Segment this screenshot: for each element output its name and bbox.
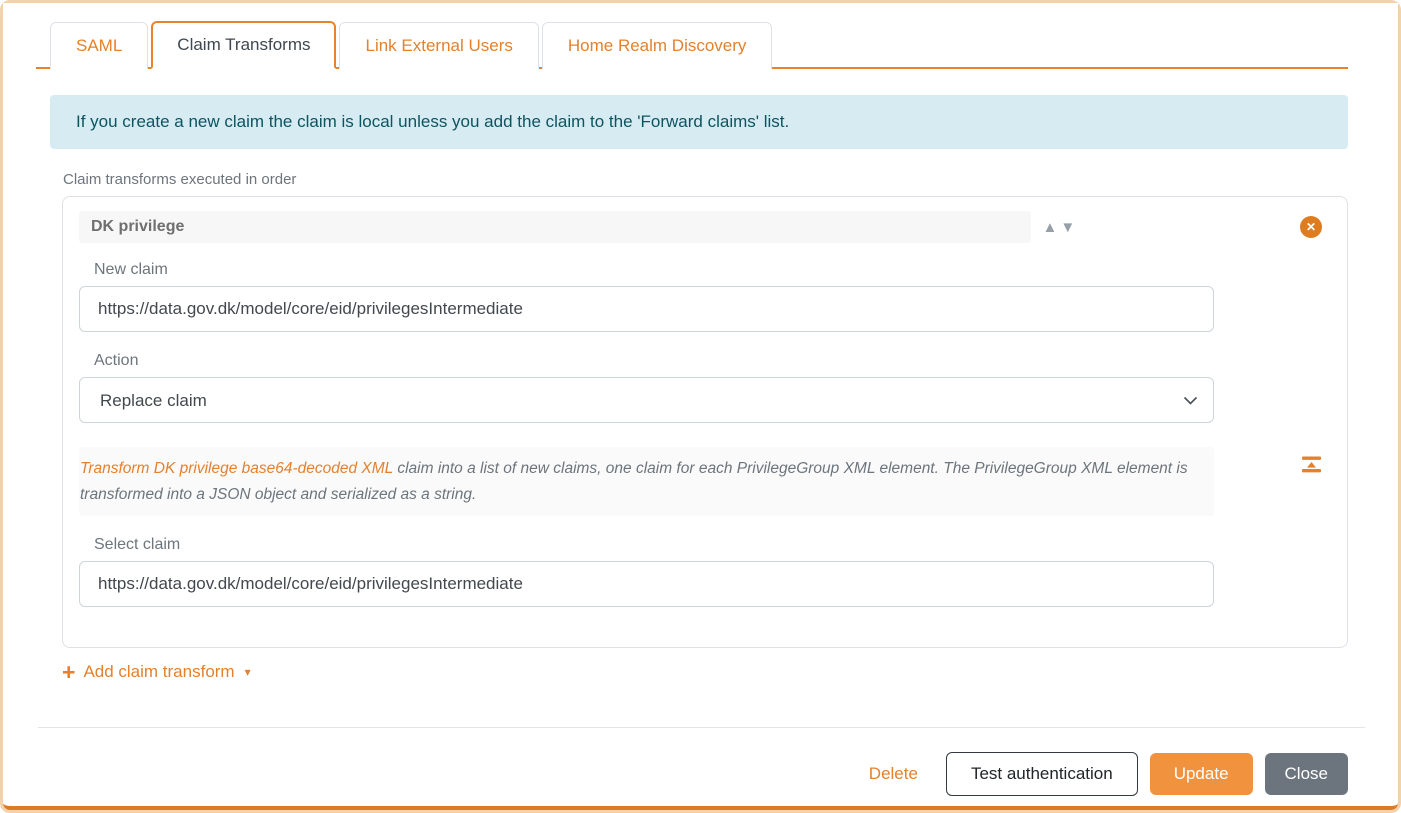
info-banner-text: If you create a new claim the claim is l… [76,112,789,131]
action-select-wrap: Replace claim [79,377,1214,423]
action-select[interactable]: Replace claim [79,377,1214,423]
collapse-transform-button[interactable] [1301,455,1322,474]
transform-header: DK privilege ▲ ▼ ✕ [79,211,1331,243]
tab-home-realm-discovery[interactable]: Home Realm Discovery [542,22,773,69]
modal-frame: SAML Claim Transforms Link External User… [0,0,1401,813]
select-claim-input[interactable] [79,561,1214,607]
close-button[interactable]: Close [1265,753,1348,795]
action-label: Action [94,352,1331,370]
move-down-icon[interactable]: ▼ [1060,220,1075,235]
caret-down-icon: ▾ [245,665,251,679]
reorder-controls: ▲ ▼ [1043,220,1076,235]
select-claim-label: Select claim [94,536,1331,554]
add-claim-transform-label: Add claim transform [83,662,234,682]
update-button[interactable]: Update [1150,753,1253,795]
footer-actions: Delete Test authentication Update Close [36,728,1348,796]
remove-transform-button[interactable]: ✕ [1300,216,1322,238]
add-claim-transform-button[interactable]: + Add claim transform ▾ [62,662,251,682]
tab-saml[interactable]: SAML [50,22,148,69]
test-authentication-button[interactable]: Test authentication [946,752,1138,796]
delete-button[interactable]: Delete [869,764,918,784]
transform-description: Transform DK privilege base64-decoded XM… [79,447,1214,516]
plus-icon: + [62,663,75,681]
claim-transform-card: DK privilege ▲ ▼ ✕ New claim Action Repl… [62,196,1348,648]
close-icon: ✕ [1306,220,1316,234]
section-label: Claim transforms executed in order [63,171,1348,188]
transform-description-row: Transform DK privilege base64-decoded XM… [79,447,1331,516]
transform-description-link[interactable]: Transform DK privilege base64-decoded XM… [80,460,393,477]
collapse-icon [1301,462,1322,477]
move-up-icon[interactable]: ▲ [1043,220,1058,235]
info-banner: If you create a new claim the claim is l… [50,95,1348,149]
tab-link-external-users[interactable]: Link External Users [339,22,538,69]
new-claim-label: New claim [94,261,1331,279]
tab-bar: SAML Claim Transforms Link External User… [36,21,1348,69]
new-claim-input[interactable] [79,286,1214,332]
transform-title: DK privilege [79,211,1031,243]
tab-claim-transforms[interactable]: Claim Transforms [151,21,336,69]
modal-content: SAML Claim Transforms Link External User… [3,3,1398,810]
